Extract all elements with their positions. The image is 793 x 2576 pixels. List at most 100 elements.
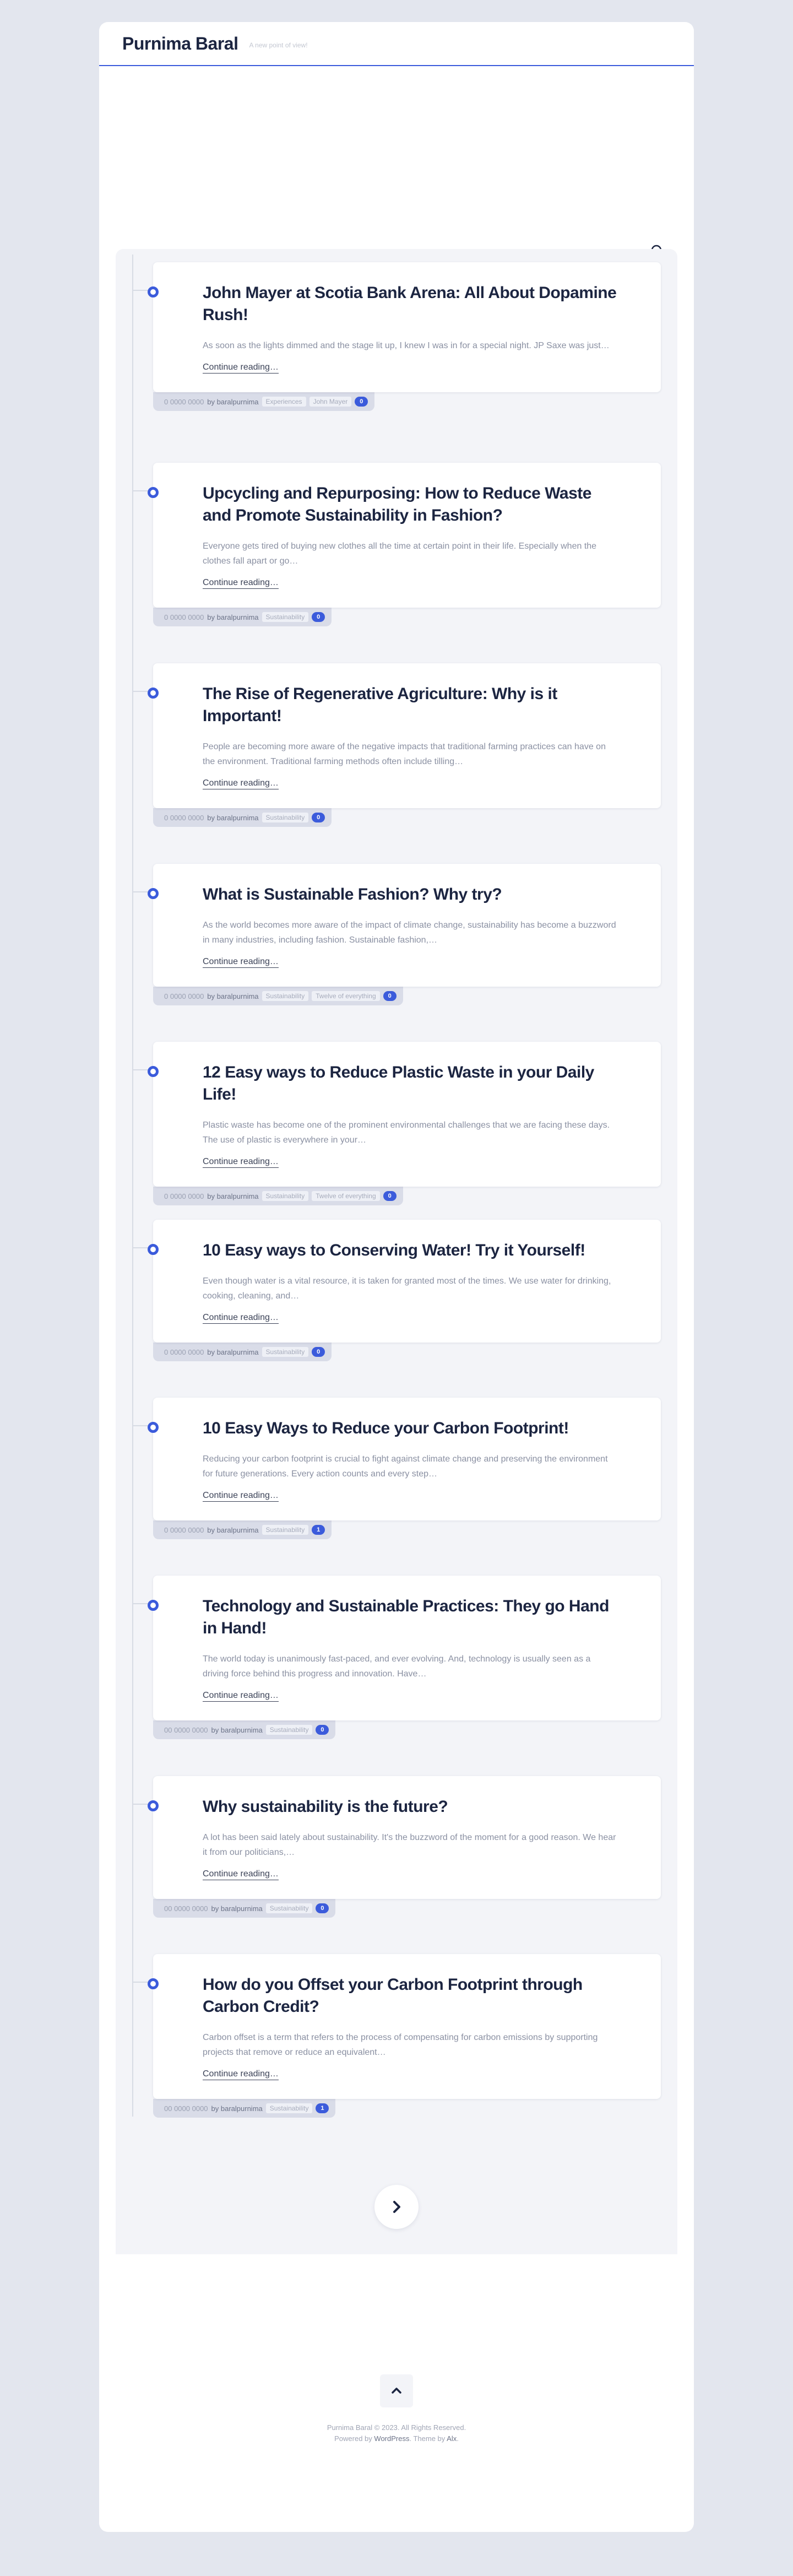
post-meta: 0 0000 0000 by baralpurnima Experiences J… — [153, 392, 375, 411]
theme-prefix: . Theme by — [409, 2434, 446, 2443]
post-date: 0 0000 0000 — [164, 992, 204, 1000]
author-link[interactable]: baralpurnima — [221, 1726, 263, 1734]
author-link[interactable]: baralpurnima — [217, 613, 259, 621]
post-meta: 0 0000 0000 by baralpurnima Sustainabili… — [153, 1343, 332, 1361]
post-tag[interactable]: Sustainability — [265, 1903, 313, 1913]
comment-count-badge[interactable]: 0 — [312, 612, 325, 622]
post-title[interactable]: Technology and Sustainable Practices: Th… — [203, 1595, 617, 1639]
page-card: Purnima Baral A new point of view! John … — [99, 22, 694, 2532]
post-tag[interactable]: Sustainability — [262, 991, 309, 1001]
post-excerpt: As the world becomes more aware of the i… — [203, 921, 616, 945]
post-tag[interactable]: John Mayer — [309, 397, 352, 407]
post-meta: 0 0000 0000 by baralpurnima Sustainabili… — [153, 1187, 403, 1205]
continue-reading-link[interactable]: Continue reading… — [203, 1869, 279, 1880]
post-tag[interactable]: Experiences — [262, 397, 306, 407]
post-meta: 00 0000 0000 by baralpurnima Sustainabil… — [153, 2099, 336, 2118]
timeline-dot-icon — [148, 1244, 159, 1255]
comment-count-badge[interactable]: 0 — [383, 1191, 397, 1201]
continue-reading-link[interactable]: Continue reading… — [203, 2069, 279, 2080]
comment-count-badge[interactable]: 1 — [312, 1525, 325, 1535]
continue-reading-link[interactable]: Continue reading… — [203, 956, 279, 968]
timeline-dot-icon — [148, 1800, 159, 1811]
powered-by-prefix: Powered by — [334, 2434, 372, 2443]
continue-reading-link[interactable]: Continue reading… — [203, 778, 279, 789]
continue-reading-link[interactable]: Continue reading… — [203, 1156, 279, 1168]
post-tag[interactable]: Sustainability — [262, 1347, 309, 1357]
site-title[interactable]: Purnima Baral — [122, 34, 238, 54]
theme-author-link[interactable]: Alx — [447, 2434, 457, 2443]
post-card: How do you Offset your Carbon Footprint … — [132, 1954, 661, 2099]
post-date: 0 0000 0000 — [164, 813, 204, 822]
comment-count-badge[interactable]: 0 — [355, 397, 368, 407]
post-meta: 0 0000 0000 by baralpurnima Sustainabili… — [153, 987, 403, 1005]
continue-reading-link[interactable]: Continue reading… — [203, 1490, 279, 1502]
post-excerpt: A lot has been said lately about sustain… — [203, 1833, 616, 1857]
continue-reading-link[interactable]: Continue reading… — [203, 577, 279, 589]
comment-count-badge[interactable]: 0 — [316, 1903, 329, 1913]
timeline-dot-icon — [148, 286, 159, 297]
powered-by: Powered by WordPress. Theme by Alx. — [99, 2433, 694, 2444]
post-author: by baralpurnima — [207, 813, 259, 822]
comment-count-badge[interactable]: 0 — [316, 1725, 329, 1735]
post-card: John Mayer at Scotia Bank Arena: All Abo… — [132, 262, 661, 392]
post-tag[interactable]: Sustainability — [265, 2103, 313, 2113]
post-item: Technology and Sustainable Practices: Th… — [132, 1576, 661, 1739]
author-link[interactable]: baralpurnima — [217, 1526, 259, 1534]
author-link[interactable]: baralpurnima — [217, 992, 259, 1000]
post-item: What is Sustainable Fashion? Why try? As… — [132, 864, 661, 1005]
post-tag[interactable]: Twelve of everything — [312, 991, 380, 1001]
continue-reading-link[interactable]: Continue reading… — [203, 362, 279, 374]
post-tag[interactable]: Sustainability — [262, 612, 309, 622]
post-title[interactable]: Why sustainability is the future? — [203, 1796, 617, 1818]
post-card: Technology and Sustainable Practices: Th… — [132, 1576, 661, 1720]
post-title[interactable]: What is Sustainable Fashion? Why try? — [203, 884, 617, 906]
timeline-dot-icon — [148, 688, 159, 699]
post-date: 00 0000 0000 — [164, 2104, 208, 2113]
author-link[interactable]: baralpurnima — [221, 2104, 263, 2113]
post-title[interactable]: The Rise of Regenerative Agriculture: Wh… — [203, 683, 617, 727]
author-link[interactable]: baralpurnima — [217, 1348, 259, 1356]
continue-reading-link[interactable]: Continue reading… — [203, 1312, 279, 1324]
author-link[interactable]: baralpurnima — [221, 1904, 263, 1913]
post-tag[interactable]: Sustainability — [265, 1725, 313, 1735]
timeline-dot-icon — [148, 1066, 159, 1077]
post-title[interactable]: 10 Easy ways to Conserving Water! Try it… — [203, 1240, 617, 1262]
back-to-top-button[interactable] — [380, 2374, 413, 2407]
post-card: What is Sustainable Fashion? Why try? As… — [132, 864, 661, 987]
post-excerpt: Everyone gets tired of buying new clothe… — [203, 542, 597, 566]
comment-count-badge[interactable]: 1 — [316, 2103, 329, 2113]
post-title[interactable]: 10 Easy Ways to Reduce your Carbon Footp… — [203, 1417, 617, 1439]
site-header: Purnima Baral A new point of view! — [99, 22, 694, 66]
comment-count-badge[interactable]: 0 — [312, 1347, 325, 1357]
author-link[interactable]: baralpurnima — [217, 398, 259, 406]
post-tag[interactable]: Sustainability — [262, 1525, 309, 1535]
post-title[interactable]: John Mayer at Scotia Bank Arena: All Abo… — [203, 282, 617, 326]
post-excerpt: Carbon offset is a term that refers to t… — [203, 2033, 598, 2057]
post-tag[interactable]: Sustainability — [262, 813, 309, 822]
comment-count-badge[interactable]: 0 — [312, 813, 325, 822]
post-title[interactable]: How do you Offset your Carbon Footprint … — [203, 1974, 617, 2018]
post-card: 12 Easy ways to Reduce Plastic Waste in … — [132, 1042, 661, 1187]
post-date: 00 0000 0000 — [164, 1904, 208, 1913]
post-item: John Mayer at Scotia Bank Arena: All Abo… — [132, 262, 661, 411]
post-date: 0 0000 0000 — [164, 1347, 204, 1356]
post-item: How do you Offset your Carbon Footprint … — [132, 1954, 661, 2118]
post-meta: 00 0000 0000 by baralpurnima Sustainabil… — [153, 1899, 336, 1918]
post-tag[interactable]: Twelve of everything — [312, 1191, 380, 1201]
post-item: 10 Easy Ways to Reduce your Carbon Footp… — [132, 1398, 661, 1539]
post-meta: 00 0000 0000 by baralpurnima Sustainabil… — [153, 1720, 336, 1739]
author-link[interactable]: baralpurnima — [217, 814, 259, 822]
post-tag[interactable]: Sustainability — [262, 1191, 309, 1201]
wordpress-link[interactable]: WordPress — [374, 2434, 409, 2443]
comment-count-badge[interactable]: 0 — [383, 991, 397, 1001]
post-title[interactable]: Upcycling and Repurposing: How to Reduce… — [203, 483, 617, 527]
theme-suffix: . — [457, 2434, 459, 2443]
continue-reading-link[interactable]: Continue reading… — [203, 1690, 279, 1702]
post-card: 10 Easy ways to Conserving Water! Try it… — [132, 1220, 661, 1343]
post-title[interactable]: 12 Easy ways to Reduce Plastic Waste in … — [203, 1062, 617, 1106]
copyright-text: Purnima Baral © 2023. All Rights Reserve… — [327, 2423, 466, 2432]
post-date: 00 0000 0000 — [164, 1725, 208, 1734]
author-link[interactable]: baralpurnima — [217, 1192, 259, 1200]
post-excerpt: As soon as the lights dimmed and the sta… — [203, 341, 610, 350]
post-excerpt: People are becoming more aware of the ne… — [203, 742, 606, 766]
